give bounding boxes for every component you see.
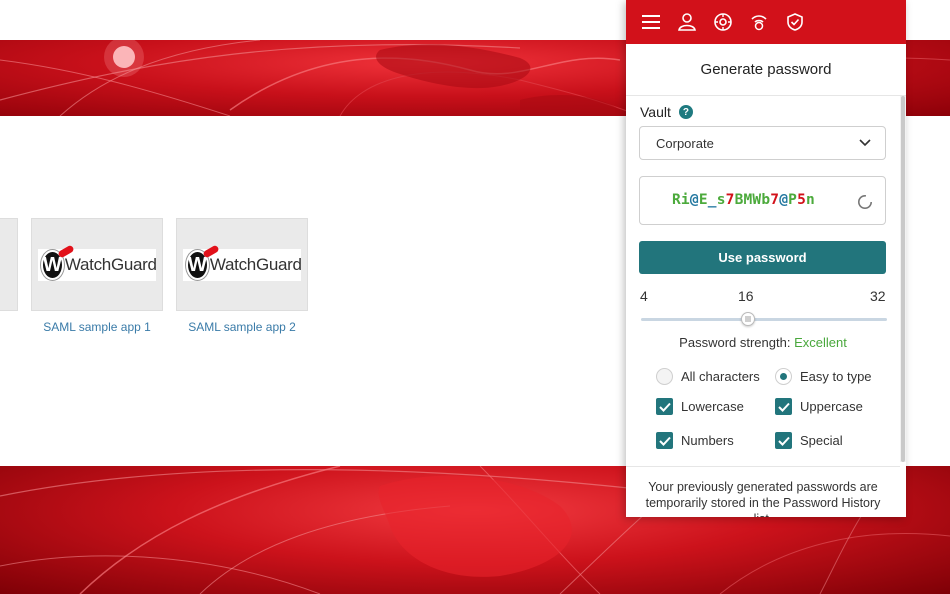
special-checkbox[interactable]: [775, 432, 792, 449]
password-segment: 5: [797, 192, 807, 208]
app-logo-text: WatchGuard: [64, 255, 157, 274]
vault-label-row: Vault ?: [640, 104, 693, 120]
option-special[interactable]: Special: [775, 432, 843, 449]
password-segment: BMWb: [734, 192, 771, 208]
password-segment: s: [716, 192, 726, 208]
app-label-2[interactable]: SAML sample app 2: [176, 320, 308, 334]
length-slider-handle[interactable]: [741, 312, 755, 326]
app-logo: W WatchGuard: [183, 249, 302, 281]
password-generator-popup: Generate password Vault ? Corporate Ri@E…: [626, 0, 906, 517]
scrollbar-thumb[interactable]: [901, 96, 905, 462]
password-segment: @: [689, 192, 699, 208]
wifi-icon[interactable]: [748, 11, 770, 33]
generated-password: Ri@E_s7BMWb7@P5n: [672, 192, 815, 208]
app-label-1[interactable]: SAML sample app 1: [31, 320, 163, 334]
easy-to-type-label: Easy to type: [800, 369, 872, 384]
password-segment: n: [806, 192, 815, 208]
vault-label: Vault: [640, 104, 671, 120]
grip-icon: [745, 316, 751, 322]
password-segment: _: [707, 192, 717, 208]
lowercase-checkbox[interactable]: [656, 398, 673, 415]
option-numbers[interactable]: Numbers: [656, 432, 734, 449]
lowercase-label: Lowercase: [681, 399, 744, 414]
use-password-button[interactable]: Use password: [639, 241, 886, 274]
all-characters-radio[interactable]: [656, 368, 673, 385]
checkmark-icon: [777, 402, 790, 412]
checkmark-icon: [658, 402, 671, 412]
refresh-icon[interactable]: [857, 194, 873, 210]
length-min-label: 4: [640, 288, 648, 304]
length-current-label: 16: [738, 288, 754, 304]
length-slider-track[interactable]: [641, 318, 887, 321]
user-icon[interactable]: [676, 11, 698, 33]
option-lowercase[interactable]: Lowercase: [656, 398, 744, 415]
vault-selected-value: Corporate: [656, 135, 714, 151]
option-uppercase[interactable]: Uppercase: [775, 398, 863, 415]
easy-to-type-radio[interactable]: [775, 368, 792, 385]
strength-value: Excellent: [794, 335, 847, 350]
popup-title: Generate password: [626, 44, 906, 96]
help-icon[interactable]: ?: [678, 105, 693, 119]
app-tile-1[interactable]: W WatchGuard: [31, 218, 163, 311]
popup-toolbar: [626, 0, 906, 44]
password-segment: E: [698, 192, 708, 208]
numbers-label: Numbers: [681, 433, 734, 448]
numbers-checkbox[interactable]: [656, 432, 673, 449]
password-segment: P: [788, 192, 798, 208]
length-max-label: 32: [870, 288, 886, 304]
app-logo-text: WatchGuard: [209, 255, 302, 274]
password-segment: 7: [770, 192, 780, 208]
checkmark-icon: [777, 436, 790, 446]
menu-icon[interactable]: [640, 11, 662, 33]
vault-select[interactable]: Corporate: [639, 126, 886, 160]
app-tile-partial[interactable]: [0, 218, 18, 311]
special-label: Special: [800, 433, 843, 448]
password-segment: Ri: [672, 192, 690, 208]
watchguard-logo-mark: W: [41, 250, 64, 280]
vault-icon[interactable]: [712, 11, 734, 33]
all-characters-label: All characters: [681, 369, 760, 384]
strength-label: Password strength:: [679, 335, 791, 350]
shield-icon[interactable]: [784, 11, 806, 33]
password-history-note: Your previously generated passwords are …: [626, 466, 900, 517]
watchguard-logo-mark: W: [186, 250, 209, 280]
chevron-down-icon: [859, 139, 871, 147]
generated-password-field[interactable]: Ri@E_s7BMWb7@P5n: [639, 176, 886, 225]
uppercase-label: Uppercase: [800, 399, 863, 414]
password-segment: @: [779, 192, 789, 208]
page: W WatchGuard SAML sample app 1 W WatchGu…: [0, 0, 950, 594]
option-easy-to-type[interactable]: Easy to type: [775, 368, 872, 385]
uppercase-checkbox[interactable]: [775, 398, 792, 415]
password-segment: 7: [725, 192, 735, 208]
checkmark-icon: [658, 436, 671, 446]
app-tile-2[interactable]: W WatchGuard: [176, 218, 308, 311]
password-strength: Password strength: Excellent: [626, 335, 900, 350]
app-logo: W WatchGuard: [38, 249, 157, 281]
option-all-characters[interactable]: All characters: [656, 368, 760, 385]
